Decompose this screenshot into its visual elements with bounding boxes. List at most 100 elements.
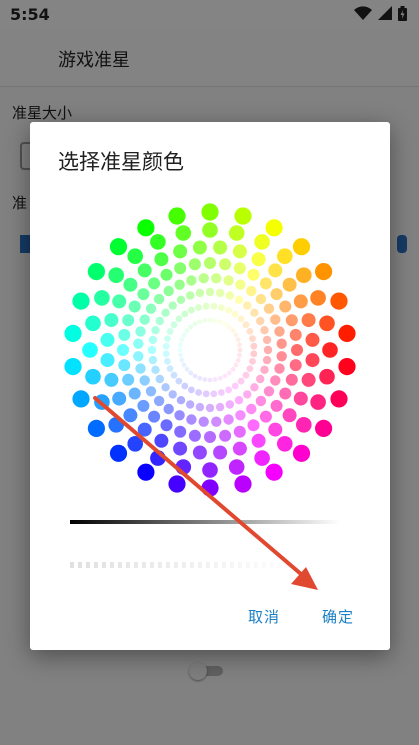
color-dot[interactable]: [259, 410, 272, 423]
color-dot[interactable]: [211, 416, 222, 427]
color-dot[interactable]: [204, 257, 216, 269]
color-dot[interactable]: [175, 377, 183, 385]
color-dot[interactable]: [176, 396, 186, 405]
color-dot[interactable]: [87, 263, 105, 281]
color-dot[interactable]: [133, 338, 144, 349]
color-dot[interactable]: [289, 359, 302, 372]
color-dot[interactable]: [232, 244, 247, 259]
color-dot[interactable]: [137, 399, 150, 412]
color-dot[interactable]: [175, 315, 183, 323]
color-dot[interactable]: [176, 295, 186, 304]
color-dot[interactable]: [293, 294, 308, 309]
color-dot[interactable]: [225, 306, 233, 314]
color-dot[interactable]: [179, 357, 185, 363]
color-dot[interactable]: [213, 240, 228, 255]
color-dot[interactable]: [330, 292, 348, 310]
color-dot[interactable]: [184, 328, 190, 334]
color-dot[interactable]: [282, 408, 297, 423]
color-dot[interactable]: [175, 459, 192, 475]
color-dot[interactable]: [202, 318, 208, 323]
color-dot[interactable]: [210, 302, 218, 310]
color-dot[interactable]: [137, 463, 155, 481]
color-dot[interactable]: [112, 294, 127, 309]
color-dot[interactable]: [285, 373, 298, 386]
color-dot[interactable]: [170, 321, 178, 329]
color-dot[interactable]: [212, 377, 218, 382]
color-dot[interactable]: [237, 347, 243, 353]
color-dot[interactable]: [263, 345, 273, 355]
color-dot[interactable]: [205, 287, 215, 297]
color-dot[interactable]: [279, 300, 292, 313]
color-dot[interactable]: [82, 342, 98, 358]
color-dot[interactable]: [168, 301, 177, 310]
color-dot[interactable]: [218, 389, 225, 396]
color-dot[interactable]: [128, 300, 141, 313]
color-dot[interactable]: [184, 366, 190, 372]
color-dot[interactable]: [192, 321, 198, 327]
color-dot[interactable]: [218, 304, 225, 311]
color-dot[interactable]: [251, 252, 266, 267]
color-dot[interactable]: [122, 314, 135, 327]
color-dot[interactable]: [186, 275, 197, 286]
color-dot[interactable]: [250, 308, 259, 317]
color-dot[interactable]: [104, 313, 119, 328]
color-dot[interactable]: [145, 303, 157, 314]
color-dot[interactable]: [301, 313, 316, 328]
color-dot[interactable]: [117, 344, 129, 356]
color-dot[interactable]: [250, 342, 258, 350]
color-dot[interactable]: [195, 288, 205, 298]
color-dot[interactable]: [225, 386, 233, 394]
color-dot[interactable]: [160, 268, 173, 281]
color-dot[interactable]: [237, 377, 245, 385]
color-dot[interactable]: [296, 267, 312, 283]
color-dot[interactable]: [338, 358, 356, 376]
color-dot[interactable]: [173, 244, 188, 259]
color-dot[interactable]: [289, 328, 302, 341]
color-dot[interactable]: [225, 400, 234, 409]
color-dot[interactable]: [197, 319, 203, 325]
color-dot[interactable]: [150, 450, 166, 466]
color-dot[interactable]: [250, 383, 259, 392]
color-dot[interactable]: [162, 350, 170, 358]
color-dot[interactable]: [305, 353, 320, 368]
color-dot[interactable]: [173, 441, 188, 456]
color-dot[interactable]: [292, 444, 311, 462]
color-dot[interactable]: [100, 353, 115, 368]
color-dot[interactable]: [235, 279, 246, 290]
color-dot[interactable]: [234, 207, 252, 225]
color-dot[interactable]: [168, 475, 186, 493]
color-dot[interactable]: [265, 219, 283, 237]
color-dot[interactable]: [188, 386, 195, 394]
color-dot[interactable]: [153, 395, 165, 407]
color-dot[interactable]: [137, 263, 152, 278]
color-dot[interactable]: [188, 429, 201, 442]
color-dot[interactable]: [246, 403, 257, 415]
color-dot[interactable]: [123, 277, 138, 292]
color-dot[interactable]: [94, 290, 110, 306]
color-dot[interactable]: [112, 391, 127, 406]
color-dot[interactable]: [188, 306, 195, 314]
color-dot[interactable]: [226, 324, 232, 330]
color-dot[interactable]: [137, 288, 150, 301]
color-dot[interactable]: [166, 365, 174, 372]
color-dot[interactable]: [151, 365, 160, 374]
color-dot[interactable]: [237, 315, 245, 323]
color-dot[interactable]: [100, 332, 115, 347]
color-dot[interactable]: [265, 463, 283, 481]
color-dot[interactable]: [195, 402, 205, 412]
color-dot[interactable]: [305, 332, 320, 347]
color-dot[interactable]: [212, 318, 218, 323]
color-dot[interactable]: [276, 351, 287, 362]
color-dot[interactable]: [296, 417, 312, 433]
color-dot[interactable]: [155, 374, 164, 384]
color-dot[interactable]: [202, 462, 218, 478]
color-dot[interactable]: [246, 365, 254, 372]
color-dot[interactable]: [282, 277, 297, 292]
color-dot[interactable]: [247, 419, 260, 432]
color-dot[interactable]: [254, 234, 270, 250]
color-dot[interactable]: [274, 363, 285, 374]
color-dot[interactable]: [310, 394, 326, 410]
color-dot[interactable]: [135, 363, 146, 374]
color-wheel[interactable]: [30, 122, 390, 512]
color-dot[interactable]: [164, 358, 171, 365]
